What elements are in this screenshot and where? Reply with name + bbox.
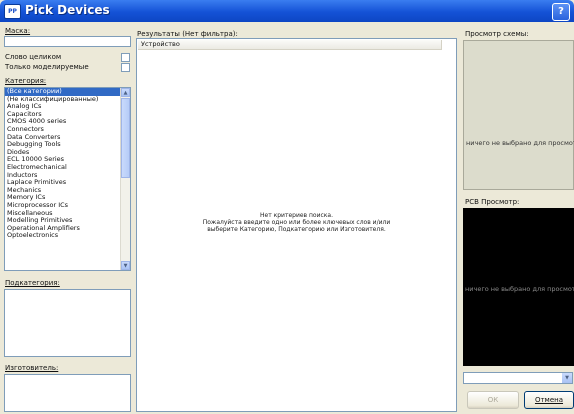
pcb-preview: ничего не выбрано для просмотра [463, 208, 574, 366]
empty-message-line-3: выберите Категорию, Подкатегорию или Изг… [207, 226, 386, 233]
scroll-up-icon[interactable]: ▲ [121, 88, 130, 97]
schematic-empty-text: ничего не выбрано для просмотра [466, 139, 574, 147]
scroll-down-icon[interactable]: ▼ [121, 261, 130, 270]
scroll-thumb[interactable] [121, 98, 130, 178]
manufacturer-label: Изготовитель: [5, 364, 59, 372]
schematic-preview: ничего не выбрано для просмотра [463, 40, 574, 190]
whole-words-label: Слово целиком [5, 53, 62, 61]
column-header-device[interactable]: Устройство [138, 40, 442, 50]
only-models-checkbox[interactable] [121, 63, 130, 72]
pcb-empty-text: ничего не выбрано для просмотра [465, 285, 574, 293]
pcb-preview-label: PCB Просмотр: [465, 198, 520, 206]
category-items: (Все категории) (Не классифицированные) An… [5, 88, 130, 240]
manufacturer-list[interactable] [4, 374, 131, 412]
category-scrollbar[interactable]: ▲ ▼ [120, 88, 130, 270]
category-item[interactable]: Optoelectronics [5, 232, 130, 240]
categories-label: Категория: [5, 77, 47, 85]
category-list[interactable]: (Все категории) (Не классифицированные) An… [4, 87, 131, 271]
cancel-button[interactable]: Отмена [524, 391, 574, 409]
ok-button[interactable]: ОК [467, 391, 519, 409]
results-table[interactable]: Устройство Нет критериев поиска. Пожалуй… [136, 38, 457, 412]
window-title: Pick Devices [25, 3, 110, 17]
package-select[interactable]: ▼ [463, 372, 573, 384]
whole-words-checkbox[interactable] [121, 53, 130, 62]
results-header: Результаты (Нет фильтра): [137, 30, 238, 38]
title-bar[interactable]: PP Pick Devices ? [0, 0, 574, 22]
empty-message-line-1: Нет критериев поиска. [260, 212, 333, 219]
empty-message-line-2: Пожалуйста введите одно или более ключев… [202, 219, 391, 226]
help-button[interactable]: ? [552, 3, 570, 21]
chevron-down-icon[interactable]: ▼ [562, 373, 572, 383]
mask-label: Маска: [5, 27, 31, 35]
subcategory-list[interactable] [4, 289, 131, 357]
app-icon: PP [4, 4, 21, 19]
schematic-preview-label: Просмотр схемы: [465, 30, 529, 38]
only-models-label: Только моделируемые [5, 63, 89, 71]
mask-input[interactable] [4, 36, 131, 47]
subcategory-label: Подкатегория: [5, 279, 60, 287]
